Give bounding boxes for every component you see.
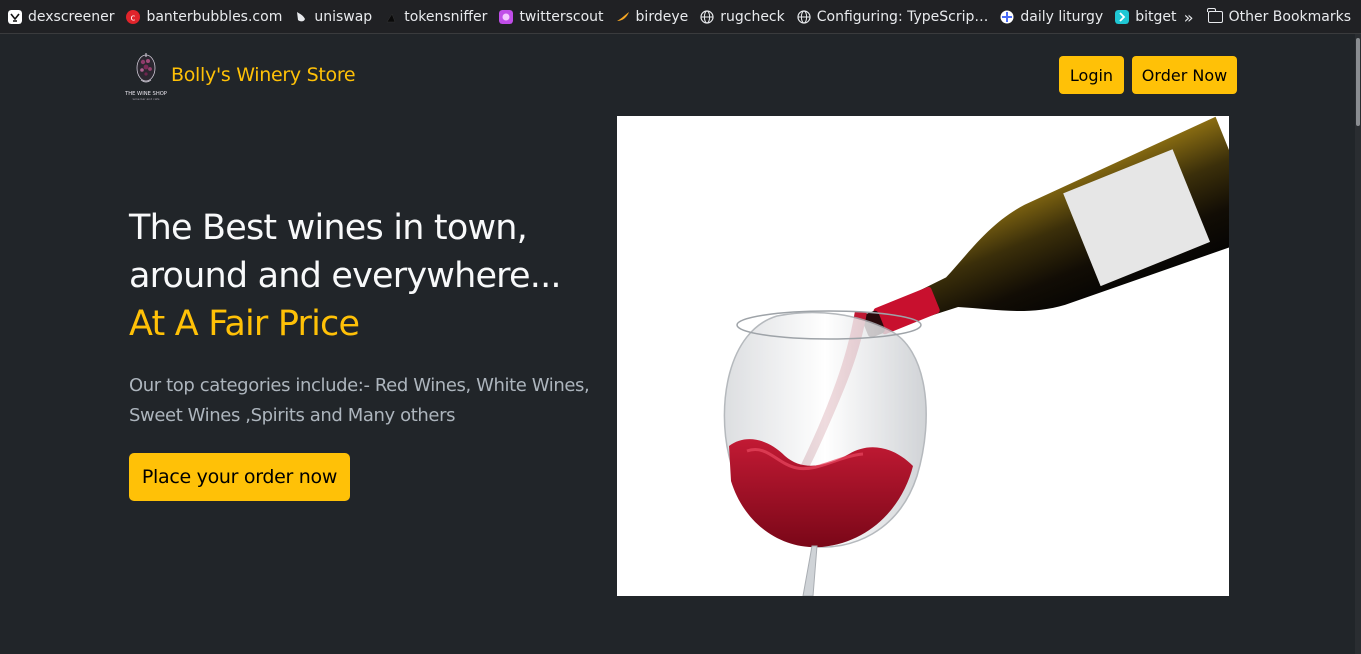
brand-name[interactable]: Bolly's Winery Store <box>171 64 356 86</box>
bookmark-label: uniswap <box>314 8 373 25</box>
bookmark-label: banterbubbles.com <box>146 8 283 25</box>
bookmark-tokensniffer[interactable]: tokensniffer <box>384 0 487 34</box>
bookmark-rugcheck[interactable]: rugcheck <box>700 0 785 34</box>
bookmark-label: tokensniffer <box>404 8 488 25</box>
globe-icon <box>700 9 714 24</box>
wine-shop-logo[interactable]: THE WINE SHOP wine bar and cafe <box>119 50 174 102</box>
bookmark-label: birdeye <box>635 8 689 25</box>
bookmark-label: bitget <box>1135 8 1177 25</box>
bookmarks-overflow-area: » Other Bookmarks <box>1184 0 1351 34</box>
hero-heading-line2: around and everywhere... <box>129 256 562 296</box>
page-scrollbar[interactable] <box>1355 34 1361 654</box>
bookmark-dexscreener[interactable]: dexscreener <box>8 0 114 34</box>
other-bookmarks-label: Other Bookmarks <box>1228 9 1351 25</box>
other-bookmarks-folder[interactable]: Other Bookmarks <box>1207 0 1351 34</box>
hero-heading-line1: The Best wines in town, <box>129 208 528 248</box>
svg-text:c: c <box>131 13 136 23</box>
hero-heading-accent: At A Fair Price <box>129 304 360 344</box>
bitget-icon <box>1115 9 1130 24</box>
bookmark-uniswap[interactable]: uniswap <box>294 0 372 34</box>
birdeye-icon <box>616 11 629 21</box>
tokensniffer-icon <box>386 12 396 22</box>
wine-shop-logo-emblem <box>136 53 156 83</box>
folder-icon <box>1207 8 1223 23</box>
wine-glass-stem <box>802 545 818 596</box>
bookmark-configuring-typescript[interactable]: Configuring: TypeScrip… <box>797 0 989 34</box>
globe-icon <box>797 9 811 24</box>
bookmark-bitget[interactable]: bitget <box>1115 0 1176 34</box>
hero-description: Our top categories include:- Red Wines, … <box>129 375 590 426</box>
scrollbar-thumb[interactable] <box>1356 38 1360 126</box>
bookmark-birdeye[interactable]: birdeye <box>616 0 689 34</box>
twitterscout-icon <box>499 9 514 24</box>
bookmark-label: rugcheck <box>720 8 785 25</box>
dexscreener-icon <box>8 9 22 24</box>
place-order-button[interactable]: Place your order now <box>129 453 350 501</box>
hero-heading: The Best wines in town, around and every… <box>129 204 609 348</box>
bookmark-label: twitterscout <box>519 8 604 25</box>
bookmark-label: Configuring: TypeScrip… <box>816 8 989 25</box>
bookmarks-bar: dexscreener c banterbubbles.com uniswap … <box>0 0 1361 34</box>
hero-wine-image <box>617 116 1229 596</box>
login-button[interactable]: Login <box>1059 56 1124 94</box>
order-now-button[interactable]: Order Now <box>1132 56 1237 94</box>
bookmark-daily-liturgy[interactable]: daily liturgy <box>1000 0 1103 34</box>
liturgy-icon <box>1000 10 1014 23</box>
double-chevron-right-icon[interactable]: » <box>1184 8 1194 27</box>
logo-subtitle: wine bar and cafe <box>133 97 160 101</box>
uniswap-icon <box>297 11 306 21</box>
bookmark-label: daily liturgy <box>1020 8 1104 25</box>
bookmark-banterbubbles[interactable]: c banterbubbles.com <box>126 0 282 34</box>
banterbubbles-icon: c <box>126 9 141 24</box>
bookmark-twitterscout[interactable]: twitterscout <box>499 0 604 34</box>
wine-pour-illustration <box>723 116 1229 596</box>
bookmark-label: dexscreener <box>28 8 115 25</box>
